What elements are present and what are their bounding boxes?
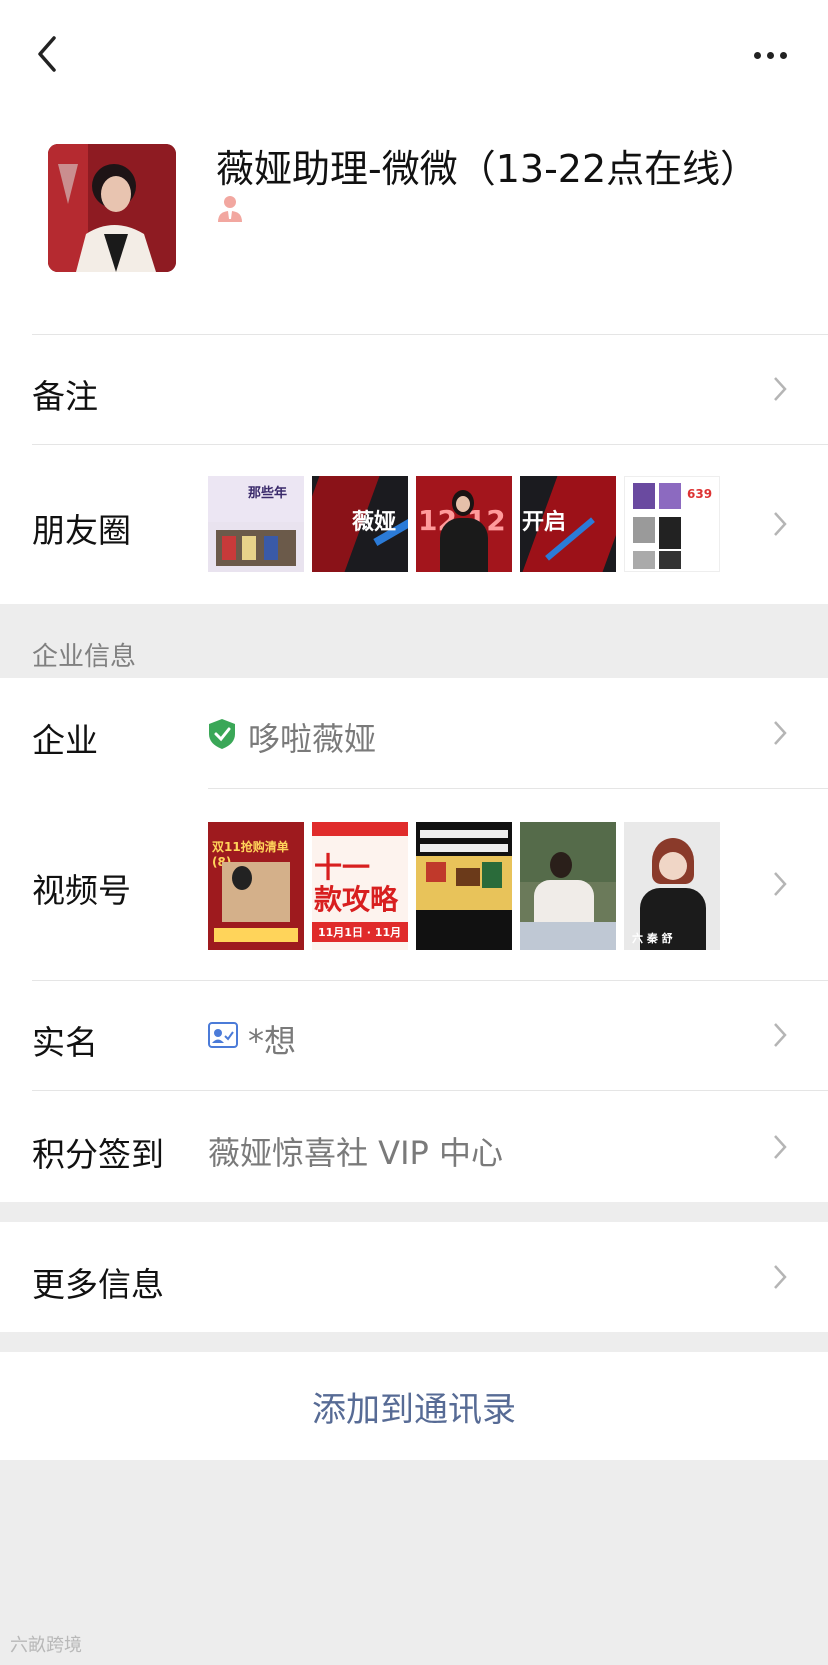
more-info-row[interactable]: 更多信息	[0, 1222, 828, 1332]
chevron-right-icon	[774, 1023, 787, 1047]
realname-label: 实名	[32, 1023, 98, 1062]
channels-label: 视频号	[32, 871, 131, 910]
chevron-right-icon	[774, 721, 787, 745]
realname-value: *想	[248, 1022, 297, 1060]
remark-label: 备注	[32, 377, 98, 416]
enterprise-section-title: 企业信息	[32, 642, 137, 672]
company-row[interactable]: 企业 哆啦薇娅	[0, 678, 828, 788]
company-label: 企业	[32, 721, 98, 760]
moments-thumb: 639	[624, 476, 720, 572]
points-label: 积分签到	[32, 1135, 164, 1174]
chevron-right-icon	[774, 377, 787, 401]
profile-header: 薇娅助理-微微（13-22点在线）	[0, 110, 828, 334]
moments-thumb: 薇娅	[312, 476, 408, 572]
more-info-label: 更多信息	[32, 1265, 164, 1304]
verified-shield-icon	[209, 719, 235, 749]
channels-thumb	[416, 822, 512, 950]
moments-thumb: 12 12	[416, 476, 512, 572]
chevron-right-icon	[774, 872, 787, 896]
contact-name: 薇娅助理-微微（13-22点在线）	[216, 147, 759, 191]
points-row[interactable]: 积分签到 薇娅惊喜社 VIP 中心	[0, 1090, 828, 1202]
moments-thumb: 那些年	[208, 476, 304, 572]
chevron-left-icon[interactable]	[32, 34, 62, 74]
add-to-contacts-label: 添加到通讯录	[312, 1390, 516, 1430]
chevron-right-icon	[774, 1265, 787, 1289]
enterprise-person-icon	[218, 196, 242, 222]
realname-row[interactable]: 实名 *想	[0, 980, 828, 1090]
channels-thumb: 双11抢购清单(8)	[208, 822, 304, 950]
chevron-right-icon	[774, 1135, 787, 1159]
channels-thumb: 六 秦 舒	[624, 822, 720, 950]
moments-thumb: 开启	[520, 476, 616, 572]
points-value: 薇娅惊喜社 VIP 中心	[208, 1134, 503, 1172]
top-bar	[0, 0, 828, 110]
chevron-right-icon	[774, 512, 787, 536]
company-value: 哆啦薇娅	[248, 720, 377, 758]
avatar[interactable]	[48, 144, 176, 272]
channels-row[interactable]: 视频号 双11抢购清单(8) 十一 款攻略 11月1日 · 11月	[0, 788, 828, 980]
more-dots-icon[interactable]	[754, 44, 794, 59]
add-to-contacts-button[interactable]: 添加到通讯录	[0, 1352, 828, 1460]
id-card-icon	[208, 1022, 238, 1048]
moments-thumbnails: 那些年 薇娅 12 12 开启 639	[208, 476, 720, 572]
channels-thumbnails: 双11抢购清单(8) 十一 款攻略 11月1日 · 11月	[208, 822, 720, 950]
channels-thumb	[520, 822, 616, 950]
moments-label: 朋友圈	[32, 511, 131, 550]
remark-row[interactable]: 备注	[0, 334, 828, 444]
watermark: 六畝跨境	[10, 1635, 82, 1656]
channels-thumb: 十一 款攻略 11月1日 · 11月	[312, 822, 408, 950]
moments-row[interactable]: 朋友圈 那些年 薇娅 12 12 开启 639	[0, 444, 828, 604]
